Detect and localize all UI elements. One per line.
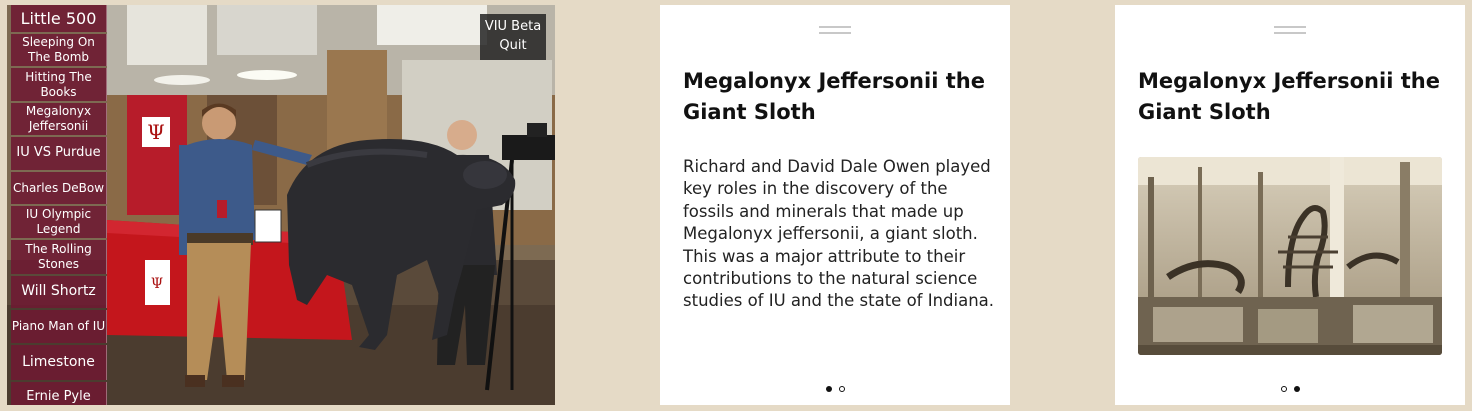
menu-item-iu-olympic-legend[interactable]: IU Olympic Legend (11, 206, 107, 238)
menu-item-charles-debow[interactable]: Charles DeBow (11, 172, 107, 204)
drag-handle-icon[interactable] (1274, 26, 1306, 34)
menu-item-piano-man-of-iu[interactable]: Piano Man of IU (11, 310, 107, 343)
menu-item-megalonyx-jeffersonii[interactable]: Megalonyx Jeffersonii (11, 103, 107, 135)
story-menu: Little 500 Sleeping On The Bomb Hitting … (11, 5, 114, 405)
museum-photo-image (1138, 157, 1442, 355)
museum-fossil-photo (1138, 157, 1442, 355)
menu-item-hitting-the-books[interactable]: Hitting The Books (11, 68, 107, 101)
quit-button[interactable]: Quit (499, 37, 526, 56)
svg-text:Ψ: Ψ (151, 276, 163, 292)
page-dot-1[interactable] (825, 386, 832, 392)
page-dot-1[interactable] (1280, 386, 1287, 392)
page-dot-2[interactable] (1293, 386, 1300, 392)
page-indicator (1115, 386, 1465, 392)
ar-camera-view: Ψ Ψ Little 500 Sleeping On The Bomb Hitt… (7, 5, 555, 405)
card-title: Megalonyx Jeffersonii the Giant Sloth (683, 69, 985, 124)
app-status-box: VIU Beta Quit (480, 14, 546, 60)
info-card-image[interactable]: Megalonyx Jeffersonii the Giant Sloth (1115, 5, 1465, 405)
app-name-label: VIU Beta (484, 19, 542, 35)
card-title: Megalonyx Jeffersonii the Giant Sloth (1138, 69, 1440, 124)
svg-text:Ψ: Ψ (147, 120, 165, 144)
card-body-text: Richard and David Dale Owen played key r… (683, 157, 995, 311)
menu-item-ernie-pyle[interactable]: Ernie Pyle (11, 382, 107, 405)
menu-item-the-rolling-stones[interactable]: The Rolling Stones (11, 240, 107, 274)
page-dot-2[interactable] (838, 386, 845, 392)
menu-item-sleeping-on-the-bomb[interactable]: Sleeping On The Bomb (11, 34, 107, 66)
menu-item-will-shortz[interactable]: Will Shortz (11, 276, 107, 308)
menu-item-iu-vs-purdue[interactable]: IU VS Purdue (11, 137, 107, 170)
drag-handle-icon[interactable] (819, 26, 851, 34)
menu-item-little-500[interactable]: Little 500 (11, 5, 107, 32)
menu-item-limestone[interactable]: Limestone (11, 345, 107, 380)
page-indicator (660, 386, 1010, 392)
info-card-text[interactable]: Megalonyx Jeffersonii the Giant Sloth Ri… (660, 5, 1010, 405)
